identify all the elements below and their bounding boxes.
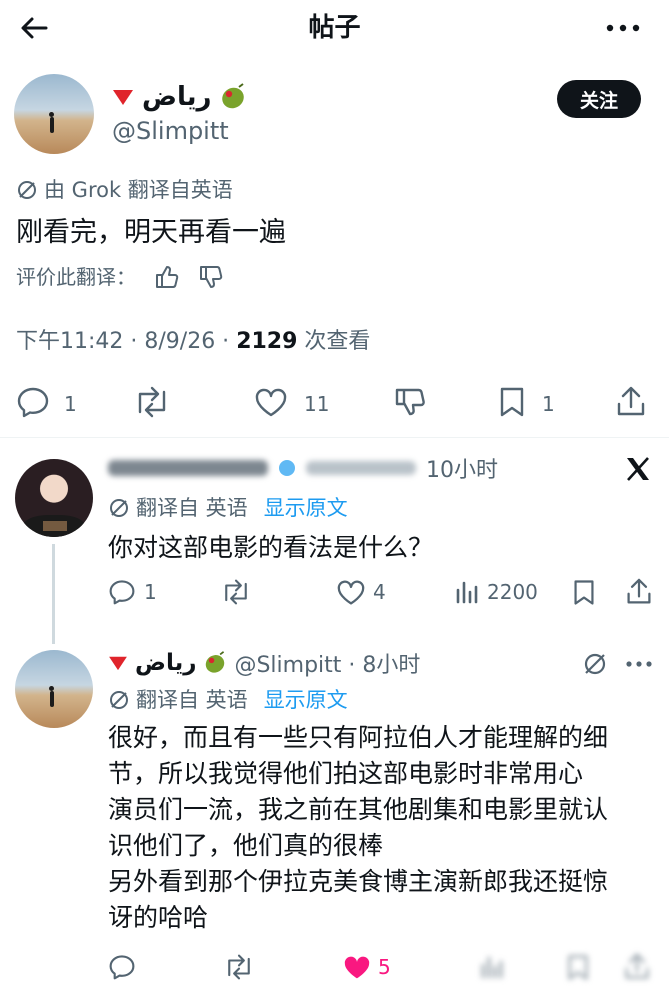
- translate-icon: [108, 497, 130, 519]
- view-count-suffix: 次查看: [297, 329, 371, 354]
- post-meta: 下午11:42 · 8/9/26 · 2129 次查看: [16, 326, 370, 358]
- reply-text-line: 识他们了，他们真的很棒: [108, 831, 384, 860]
- blurred-display-name: [108, 460, 268, 476]
- display-name: رياض: [135, 650, 197, 676]
- x-logo-icon: [624, 455, 652, 483]
- display-name: رياض: [142, 82, 212, 112]
- bookmark-count: 1: [542, 392, 555, 416]
- translation-note: 由 Grok 翻译自英语: [44, 178, 233, 202]
- share-icon[interactable]: [624, 953, 650, 981]
- reply-text: 你对这部电影的看法是什么？: [108, 533, 434, 562]
- share-icon[interactable]: [616, 386, 646, 418]
- reply-icon[interactable]: [108, 954, 136, 980]
- view-count: 2200: [487, 580, 538, 604]
- view-count: 2129: [236, 329, 298, 354]
- rate-translation-label: 评价此翻译：: [16, 265, 136, 289]
- reply-count: 1: [64, 392, 77, 416]
- reply-time: 10小时: [426, 458, 498, 483]
- views-chart-icon[interactable]: [480, 955, 504, 979]
- like-filled-icon[interactable]: [342, 955, 372, 981]
- translation-row: 翻译自 英语 显示原文: [108, 493, 348, 523]
- thread-line: [52, 544, 55, 644]
- handle-and-time: @Slimpitt · 8小时: [234, 653, 421, 678]
- like-count: 11: [304, 392, 330, 416]
- reply-author-row[interactable]: 10小时: [108, 452, 498, 484]
- repost-icon[interactable]: [222, 954, 256, 980]
- reply-icon[interactable]: [16, 386, 50, 418]
- views-chart-icon[interactable]: [455, 580, 479, 604]
- bookmark-icon[interactable]: [572, 579, 596, 606]
- post-timestamp: 下午11:42 · 8/9/26 ·: [16, 329, 237, 354]
- red-triangle-icon: [108, 655, 128, 671]
- show-original-link[interactable]: 显示原文: [264, 493, 348, 523]
- bookmark-icon[interactable]: [498, 386, 526, 418]
- repost-icon[interactable]: [132, 386, 172, 418]
- reply-text-line: 讶的哈哈: [108, 903, 209, 932]
- avatar[interactable]: [14, 74, 94, 154]
- translation-label: 翻译自 英语: [136, 496, 248, 520]
- divider: [0, 437, 669, 438]
- reply-text-line: 演员们一流，我之前在其他剧集和电影里就认: [108, 795, 609, 824]
- thumbs-down-icon[interactable]: [198, 264, 224, 290]
- page-title: 帖子: [308, 13, 361, 43]
- olive-icon: [219, 83, 247, 111]
- red-triangle-icon: [112, 88, 134, 106]
- like-icon[interactable]: [254, 388, 288, 418]
- reply-text-line: 很好，而且有一些只有阿拉伯人才能理解的细: [108, 723, 609, 752]
- reply-count: 1: [144, 580, 157, 604]
- avatar[interactable]: [15, 459, 93, 537]
- verified-badge-icon: [278, 459, 296, 477]
- follow-button[interactable]: 关注: [557, 80, 641, 118]
- thumbs-up-icon[interactable]: [154, 264, 180, 290]
- more-options-icon[interactable]: [626, 661, 652, 667]
- like-count: 4: [373, 580, 386, 604]
- rate-translation-row: 评价此翻译：: [16, 262, 224, 292]
- bookmark-icon[interactable]: [566, 954, 590, 981]
- reply-text: 很好，而且有一些只有阿拉伯人才能理解的细 节，所以我觉得他们拍这部电影时非常用心…: [108, 720, 656, 936]
- translation-note-row: 由 Grok 翻译自英语: [16, 175, 233, 205]
- dislike-icon[interactable]: [394, 386, 428, 418]
- grok-icon[interactable]: [582, 651, 608, 677]
- like-count: 5: [378, 955, 391, 979]
- reply-text-line: 另外看到那个伊拉克美食博主演新郎我还挺惊: [108, 867, 609, 896]
- translation-row: 翻译自 英语 显示原文: [108, 685, 348, 715]
- reply-icon[interactable]: [108, 579, 136, 605]
- translation-label: 翻译自 英语: [136, 688, 248, 712]
- author-name-row[interactable]: رياض: [112, 80, 247, 114]
- reply-author-row[interactable]: رياض @Slimpitt · 8小时: [108, 646, 420, 680]
- post-text: 刚看完，明天再看一遍: [16, 217, 286, 248]
- author-handle[interactable]: @Slimpitt: [112, 114, 229, 148]
- blurred-handle: [306, 461, 416, 475]
- avatar[interactable]: [15, 650, 93, 728]
- share-icon[interactable]: [626, 578, 652, 606]
- translate-icon: [16, 179, 38, 201]
- translate-icon: [108, 689, 130, 711]
- like-icon[interactable]: [336, 580, 366, 606]
- more-options-icon[interactable]: [606, 24, 640, 32]
- show-original-link[interactable]: 显示原文: [264, 685, 348, 715]
- repost-icon[interactable]: [219, 579, 253, 605]
- reply-text-line: 节，所以我觉得他们拍这部电影时非常用心: [108, 759, 584, 788]
- olive-icon: [203, 651, 227, 675]
